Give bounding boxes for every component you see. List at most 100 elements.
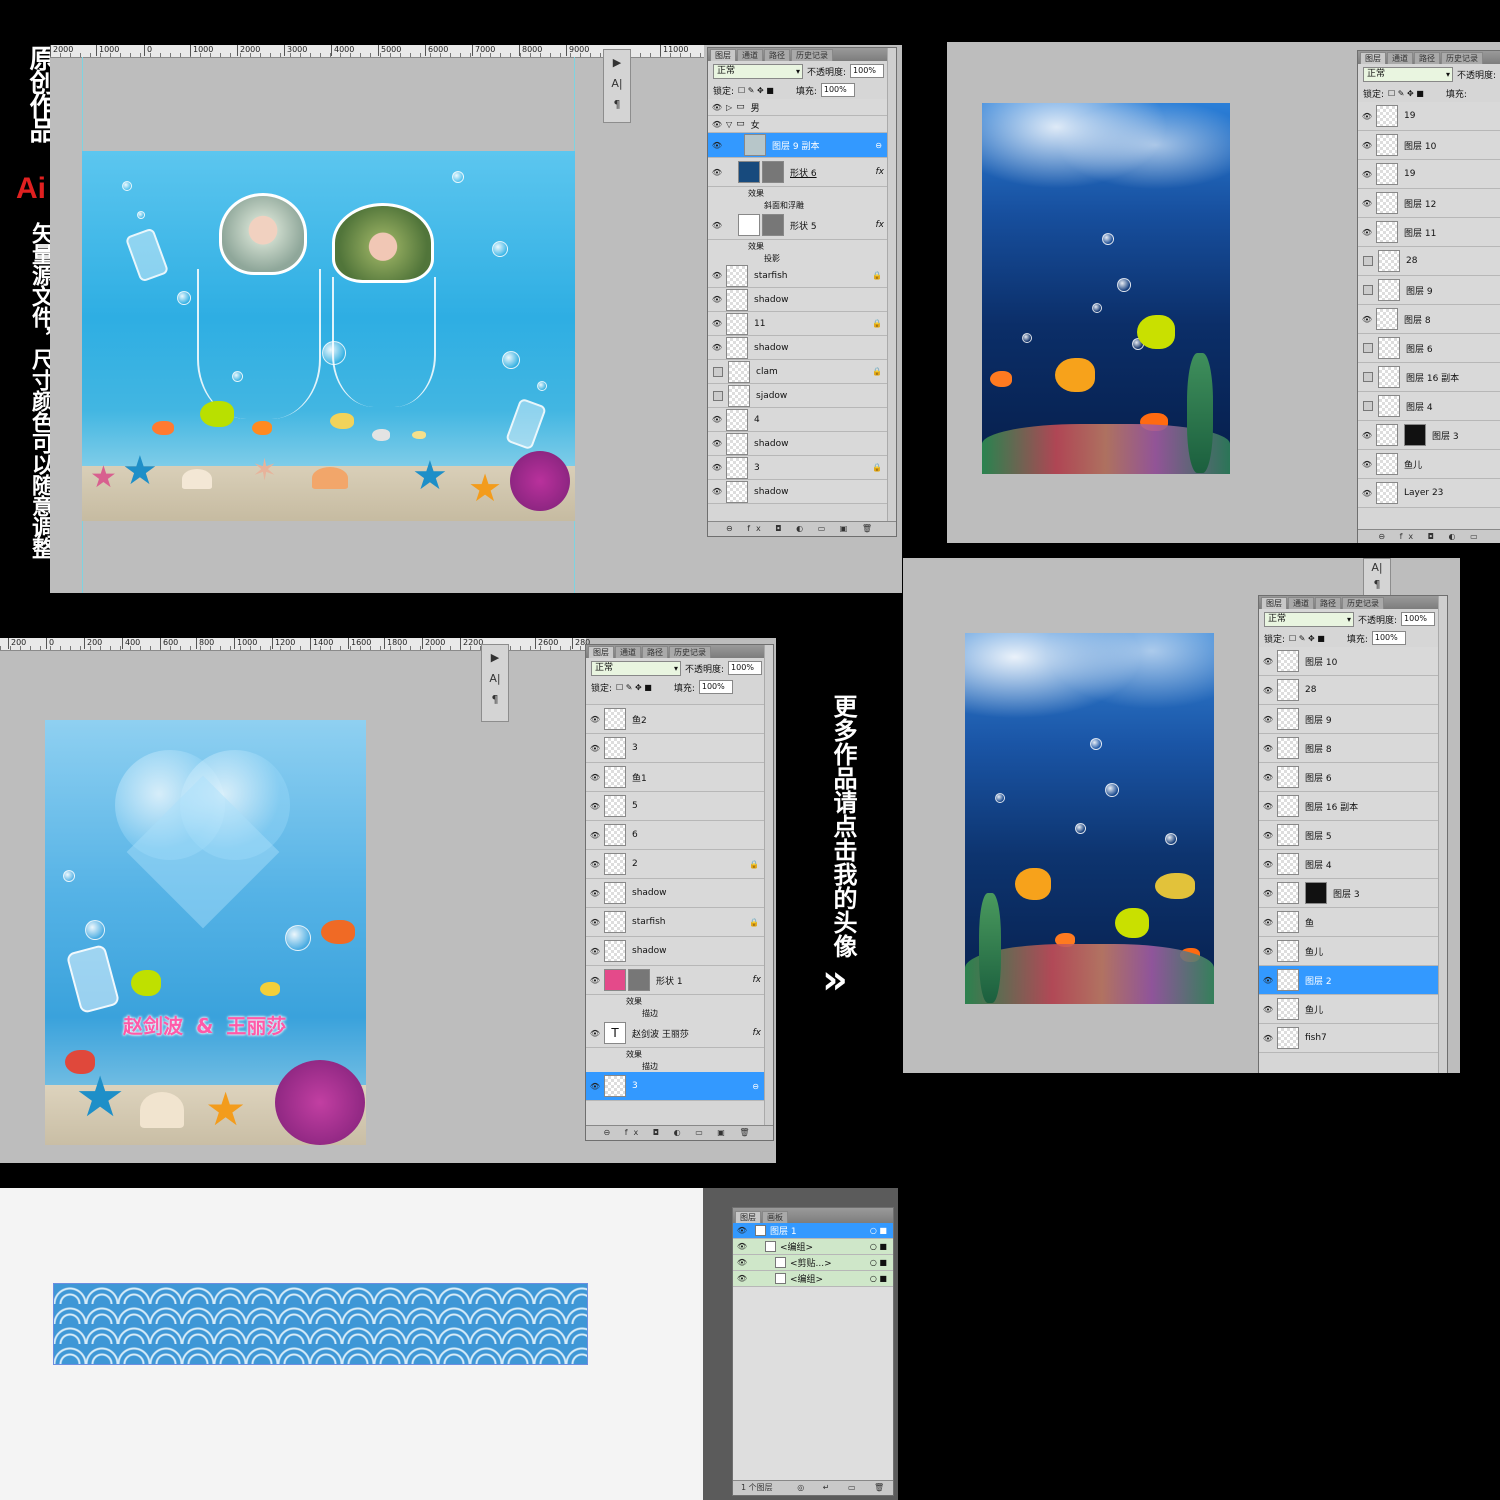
target-circle-icon[interactable]: ○ ■ (870, 1242, 887, 1251)
blend-mode-select[interactable]: 正常 (591, 660, 681, 676)
layer-row[interactable]: 👁 shadow (586, 879, 773, 908)
blend-mode-select[interactable]: 正常 (713, 63, 803, 79)
ai-layer-row[interactable]: 👁 <编组> ○ ■ (733, 1239, 893, 1255)
tab-history[interactable]: 历史记录 (1342, 597, 1384, 609)
eye-icon[interactable]: 👁 (1259, 918, 1277, 927)
layer-row[interactable]: 👁 19 (1358, 102, 1500, 131)
fx-icon[interactable]: fx (876, 167, 885, 177)
layer-row[interactable]: 👁 鱼1 (586, 763, 773, 792)
layer-row[interactable]: 👁 11 🔒 (708, 312, 896, 336)
layer-row[interactable]: 👁 shadow (708, 480, 896, 504)
eye-icon[interactable]: 👁 (1259, 802, 1277, 811)
layer-row[interactable]: 👁 Layer 23 (1358, 479, 1500, 508)
layer-row[interactable]: 👁 图层 10 (1259, 647, 1447, 676)
tab-history[interactable]: 历史记录 (1441, 52, 1483, 64)
effect-bevel[interactable]: 斜面和浮雕 (708, 199, 896, 211)
layer-row[interactable]: clam 🔒 (708, 360, 896, 384)
layer-row[interactable]: 👁 鱼儿 (1358, 450, 1500, 479)
tab-layers[interactable]: 图层 (588, 646, 614, 658)
layer-row[interactable]: 👁 shadow (708, 288, 896, 312)
paragraph-icon[interactable]: ¶ (1374, 578, 1381, 591)
more-works-link[interactable]: 更多作品请点击我的头像 (826, 694, 861, 958)
eye-icon[interactable]: 👁 (586, 715, 604, 724)
layer-row[interactable]: 👁 图层 4 (1259, 850, 1447, 879)
eye-icon[interactable]: 👁 (1259, 976, 1277, 985)
wave-pattern-artwork[interactable] (53, 1283, 588, 1365)
panel-footer-icons[interactable]: ⊖ fx ◘ ◐ ▭ ▣ 🗑 (708, 521, 896, 536)
eye-icon[interactable]: 👁 (708, 168, 726, 177)
opacity-input[interactable]: 100% (728, 661, 763, 675)
eye-icon[interactable]: 👁 (708, 343, 726, 352)
fx-icon[interactable]: fx (753, 975, 762, 985)
layer-row[interactable]: 👁 鱼儿 (1259, 995, 1447, 1024)
eye-icon[interactable]: 👁 (708, 120, 726, 129)
layer-row[interactable]: 👁 fish7 (1259, 1024, 1447, 1053)
layer-row[interactable]: 👁 鱼2 (586, 705, 773, 734)
eye-icon[interactable]: 👁 (733, 1258, 751, 1267)
layer-row[interactable]: 👁 T 赵剑波 王丽莎 fx (586, 1019, 773, 1048)
hidden-eye-box[interactable] (1363, 256, 1373, 266)
layer-row[interactable]: 图层 9 (1358, 276, 1500, 305)
eye-icon[interactable]: 👁 (708, 295, 726, 304)
lock-icons[interactable]: ☐ ✎ ✥ ■ (1289, 634, 1325, 643)
play-icon[interactable]: ▶ (491, 651, 499, 664)
eye-icon[interactable]: 👁 (1358, 315, 1376, 324)
effect-stroke[interactable]: 描边 (586, 1060, 773, 1072)
hidden-eye-box[interactable] (713, 390, 723, 401)
eye-icon[interactable]: 👁 (1358, 460, 1376, 469)
panel-scrollbar[interactable] (887, 48, 896, 522)
layer-row[interactable]: 👁 28 (1259, 676, 1447, 705)
eye-icon[interactable]: 👁 (708, 463, 726, 472)
fx-icon[interactable]: fx (753, 1028, 762, 1038)
layer-row[interactable]: 👁 shadow (586, 937, 773, 966)
paragraph-icon[interactable]: ¶ (614, 98, 621, 111)
eye-icon[interactable]: 👁 (586, 802, 604, 811)
eye-icon[interactable]: 👁 (586, 1029, 604, 1038)
eye-icon[interactable]: 👁 (586, 889, 604, 898)
layer-row[interactable]: 👁 图层 12 (1358, 189, 1500, 218)
layer-group[interactable]: 👁 ▷ ▭ 男 (708, 99, 896, 116)
layer-row[interactable]: 👁 图层 9 副本 ⊖ (708, 133, 896, 158)
tab-channels[interactable]: 通道 (737, 49, 763, 61)
eye-icon[interactable]: 👁 (708, 141, 726, 150)
layer-row[interactable]: 👁 鱼儿 (1259, 937, 1447, 966)
layer-group[interactable]: 👁 ▽ ▭ 女 (708, 116, 896, 133)
tab-history[interactable]: 历史记录 (791, 49, 833, 61)
eye-icon[interactable]: 👁 (1259, 1034, 1277, 1043)
eye-icon[interactable]: 👁 (586, 831, 604, 840)
character-icon[interactable]: A| (611, 77, 622, 90)
layer-row[interactable]: 👁 5 (586, 792, 773, 821)
layer-row[interactable]: 👁 shadow (708, 336, 896, 360)
panel-footer-icons[interactable]: ⊖ fx ◘ ◐ ▭ ▣ 🗑 (586, 1125, 773, 1140)
eye-icon[interactable]: 👁 (1358, 228, 1376, 237)
layer-row[interactable]: 👁 图层 2 (1259, 966, 1447, 995)
eye-icon[interactable]: 👁 (708, 103, 726, 112)
layer-row[interactable]: 👁 图层 8 (1358, 305, 1500, 334)
ai-layer-row[interactable]: 👁 <编组> ○ ■ (733, 1271, 893, 1287)
effect-drop-shadow[interactable]: 投影 (708, 252, 896, 264)
eye-icon[interactable]: 👁 (586, 860, 604, 869)
layer-row[interactable]: 👁 图层 3 (1259, 879, 1447, 908)
layer-row[interactable]: 👁 图层 3 (1358, 421, 1500, 450)
eye-icon[interactable]: 👁 (586, 1082, 604, 1091)
tab-paths[interactable]: 路径 (764, 49, 790, 61)
layer-row[interactable]: 👁 3 ⊖ (586, 1072, 773, 1101)
paragraph-icon[interactable]: ¶ (492, 693, 499, 706)
panel-scrollbar[interactable] (1438, 596, 1447, 1073)
blend-mode-select[interactable]: 正常 (1264, 611, 1354, 627)
eye-icon[interactable]: 👁 (1259, 657, 1277, 666)
layer-row[interactable]: sjadow (708, 384, 896, 408)
layer-row[interactable]: 👁 形状 5 fx (708, 211, 896, 240)
eye-icon[interactable]: 👁 (708, 439, 726, 448)
tab-channels[interactable]: 通道 (615, 646, 641, 658)
eye-icon[interactable]: 👁 (586, 744, 604, 753)
blend-mode-select[interactable]: 正常 (1363, 66, 1453, 82)
target-circle-icon[interactable]: ○ ■ (870, 1258, 887, 1267)
double-arrow-icon[interactable]: » (822, 960, 848, 1000)
layer-row[interactable]: 👁 图层 11 (1358, 218, 1500, 247)
footer-icons[interactable]: ◎ ↵ ▭ 🗑 (797, 1483, 892, 1492)
target-circle-icon[interactable]: ○ ■ (870, 1226, 887, 1235)
eye-icon[interactable]: 👁 (733, 1274, 751, 1283)
tab-paths[interactable]: 路径 (1414, 52, 1440, 64)
effect-stroke[interactable]: 描边 (586, 1007, 773, 1019)
